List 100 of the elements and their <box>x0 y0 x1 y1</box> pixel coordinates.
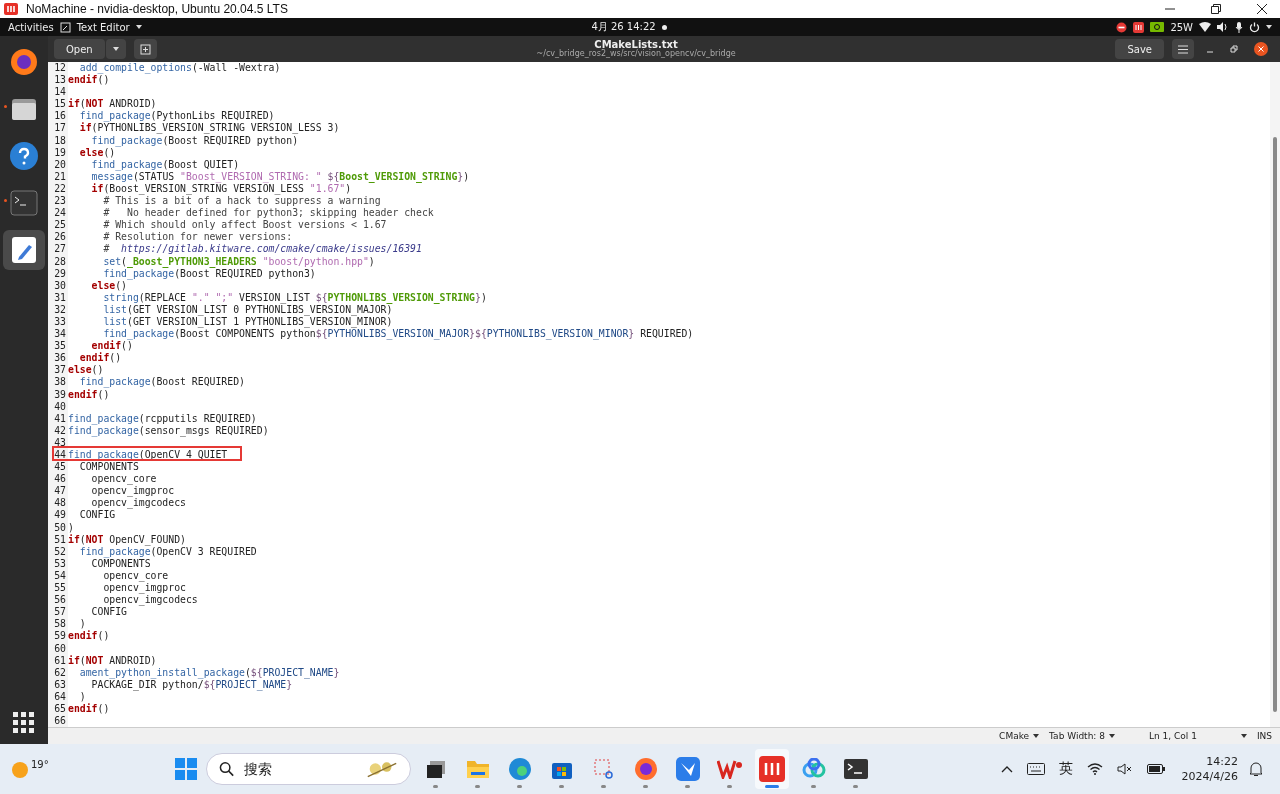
line-number: 34 <box>48 328 68 341</box>
code-line: # Which should only affect Boost versions < 1.67 <box>102 219 387 232</box>
nomachine-logo-icon <box>4 3 18 15</box>
start-button[interactable] <box>173 757 198 781</box>
line-number: 57 <box>48 606 68 619</box>
document-path: ~/cv_bridge_ros2_ws/src/vision_opencv/cv_bridge <box>536 50 736 59</box>
restore-icon[interactable] <box>1210 3 1222 15</box>
line-number: 47 <box>48 485 68 498</box>
caret-icon <box>1266 25 1272 29</box>
volume-icon[interactable] <box>1217 22 1229 32</box>
code-line: if(NOT ANDROID) <box>68 654 157 667</box>
search-bar[interactable]: 搜索 <box>205 753 411 785</box>
open-button[interactable]: Open <box>54 39 105 59</box>
code-line: # This is a bit of a hack to suppress a warning <box>102 195 381 208</box>
app-menu[interactable]: Text Editor <box>76 21 130 33</box>
code-line: endif() <box>68 388 110 401</box>
language-menu[interactable]: CMake <box>999 731 1040 741</box>
code-line: list(GET VERSION_LIST 0 PYTHONLIBS_VERSION_MAJOR) <box>102 303 393 316</box>
new-tab-button[interactable] <box>133 39 157 59</box>
microphone-icon[interactable] <box>1235 21 1243 33</box>
line-number: 26 <box>48 231 68 244</box>
tab-width-menu[interactable]: Tab Width: 8 <box>1049 731 1115 741</box>
chip-icon[interactable] <box>1150 22 1165 32</box>
battery-icon[interactable] <box>1146 764 1165 774</box>
line-number: 23 <box>48 195 68 208</box>
code-line: COMPONENTS <box>78 461 139 474</box>
code-line: endif() <box>68 630 110 643</box>
code-line: endif() <box>78 352 122 365</box>
insert-mode: INS <box>1256 731 1272 741</box>
close-icon[interactable] <box>1256 3 1268 15</box>
search-icon[interactable] <box>218 761 234 777</box>
cursor-position-menu[interactable]: Ln 1, Col 1 <box>1149 731 1247 741</box>
code-line: find_package(OpenCV 4 QUIET <box>68 449 228 462</box>
save-button[interactable]: Save <box>1115 39 1164 59</box>
line-number: 56 <box>48 594 68 607</box>
code-line: find_package(Boost REQUIRED) <box>78 376 245 389</box>
menu-icon[interactable] <box>1178 44 1188 54</box>
code-line: opencv_core <box>102 569 169 583</box>
code-line: find_package(Boost REQUIRED python3) <box>102 267 316 280</box>
muted-speaker-icon[interactable] <box>1116 763 1133 775</box>
code-line: find_package(OpenCV 3 REQUIRED <box>78 545 257 558</box>
code-line: message(STATUS "Boost_VERSION_STRING: " ${Boost_VERSION_STRING}) <box>90 170 470 183</box>
wifi-icon[interactable] <box>1086 763 1103 775</box>
code-line: CONFIG <box>78 509 116 522</box>
line-number: 25 <box>48 219 68 232</box>
code-line: list(GET VERSION_LIST 1 PYTHONLIBS_VERSION_MINOR) <box>102 315 393 329</box>
line-number: 13 <box>48 74 68 87</box>
code-line: find_package(rcpputils REQUIRED) <box>68 412 257 425</box>
code-line: else() <box>90 279 127 292</box>
clock[interactable]: 4月 26 14:22 <box>591 20 656 34</box>
code-line: # Resolution for newer versions: <box>102 231 293 244</box>
line-number: 12 <box>48 62 68 75</box>
line-number: 58 <box>48 618 68 631</box>
line-number: 49 <box>48 509 68 522</box>
code-line: endif() <box>68 702 110 716</box>
notification-bell-icon[interactable] <box>1249 761 1263 777</box>
power-icon[interactable] <box>1249 21 1260 33</box>
scrollbar[interactable] <box>1270 62 1280 727</box>
menu-button[interactable] <box>1172 39 1194 59</box>
code-line: ) <box>68 521 74 534</box>
search-field[interactable]: 搜索 <box>241 760 356 778</box>
code-line: # No header defined for python3; skipping header check <box>102 207 434 220</box>
caret-icon <box>135 25 142 29</box>
code-line: # https://gitlab.kitware.com/cmake/cmake/issues/16391 <box>102 243 422 256</box>
code-line: opencv_imgcodecs <box>102 594 198 607</box>
weather-widget[interactable]: 19° <box>10 759 49 779</box>
text-editor-app-icon <box>59 21 71 33</box>
line-number: 15 <box>48 98 68 111</box>
code-line: else() <box>68 364 104 377</box>
code-line: CONFIG <box>90 606 127 619</box>
line-number: 24 <box>48 207 68 220</box>
code-line: find_package(Boost QUIET) <box>90 158 240 171</box>
line-number: 55 <box>48 582 68 595</box>
code-line: string(REPLACE "." ";" VERSION_LIST ${PYTHONLIBS_VERSION_STRING}) <box>102 291 487 304</box>
chevron-up-icon[interactable] <box>1000 765 1013 773</box>
line-number: 46 <box>48 473 68 486</box>
activities-button[interactable]: Activities <box>8 21 54 33</box>
wifi-icon[interactable] <box>1199 22 1211 32</box>
line-number: 48 <box>48 497 68 510</box>
code-line: if(Boost_VERSION_STRING VERSION_LESS "1.67") <box>90 182 352 196</box>
code-line: PACKAGE_DIR python/${PROJECT_NAME} <box>91 678 293 691</box>
no-entry-icon[interactable] <box>1116 21 1128 33</box>
taskbar-time: 14:22 <box>1206 754 1238 769</box>
app-grid-icon[interactable] <box>13 712 35 734</box>
close-icon[interactable] <box>1254 42 1268 56</box>
nomachine-tray-icon[interactable] <box>1133 21 1145 33</box>
open-menu-button[interactable] <box>105 39 126 59</box>
input-method-indicator[interactable]: 英 <box>1058 760 1073 778</box>
code-line: opencv_imgcodecs <box>90 497 186 510</box>
code-line: find_package(PythonLibs REQUIRED) <box>78 110 275 123</box>
code-line: if(NOT OpenCV_FOUND) <box>68 533 186 546</box>
line-number: 16 <box>48 110 68 123</box>
keyboard-icon[interactable] <box>1026 763 1045 775</box>
code-line: add_compile_options(-Wall -Wextra) <box>79 62 281 75</box>
line-number: 36 <box>48 352 68 365</box>
code-line: ) <box>78 618 86 630</box>
new-tab-icon[interactable] <box>139 43 151 55</box>
dock-app-icon[interactable] <box>3 230 45 270</box>
code-line: find_package(Boost COMPONENTS python${PYTHONLIBS_VERSION_MAJOR}${PYTHONLIBS_VERSION_MINOR} REQUIRED) <box>103 328 694 341</box>
line-number: 35 <box>48 340 68 353</box>
